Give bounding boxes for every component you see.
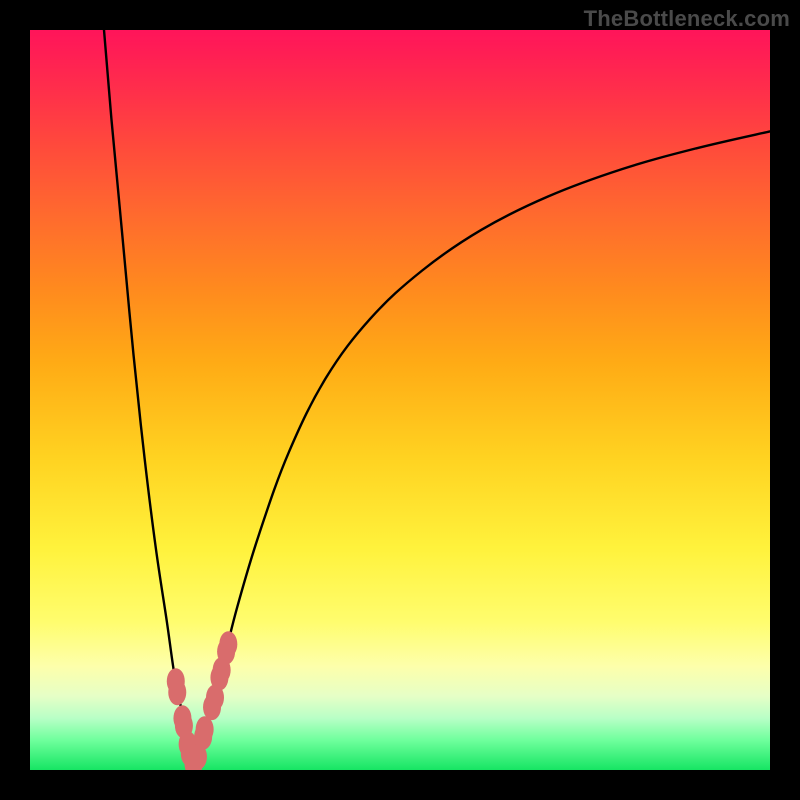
plot-area — [30, 30, 770, 770]
chart-frame: TheBottleneck.com — [0, 0, 800, 800]
marker-dot — [196, 716, 214, 742]
curve-svg — [30, 30, 770, 770]
curve-left — [104, 30, 196, 768]
watermark-text: TheBottleneck.com — [584, 6, 790, 32]
marker-group — [167, 631, 238, 770]
curve-right — [196, 131, 770, 767]
marker-dot — [168, 679, 186, 705]
marker-dot — [219, 631, 237, 657]
